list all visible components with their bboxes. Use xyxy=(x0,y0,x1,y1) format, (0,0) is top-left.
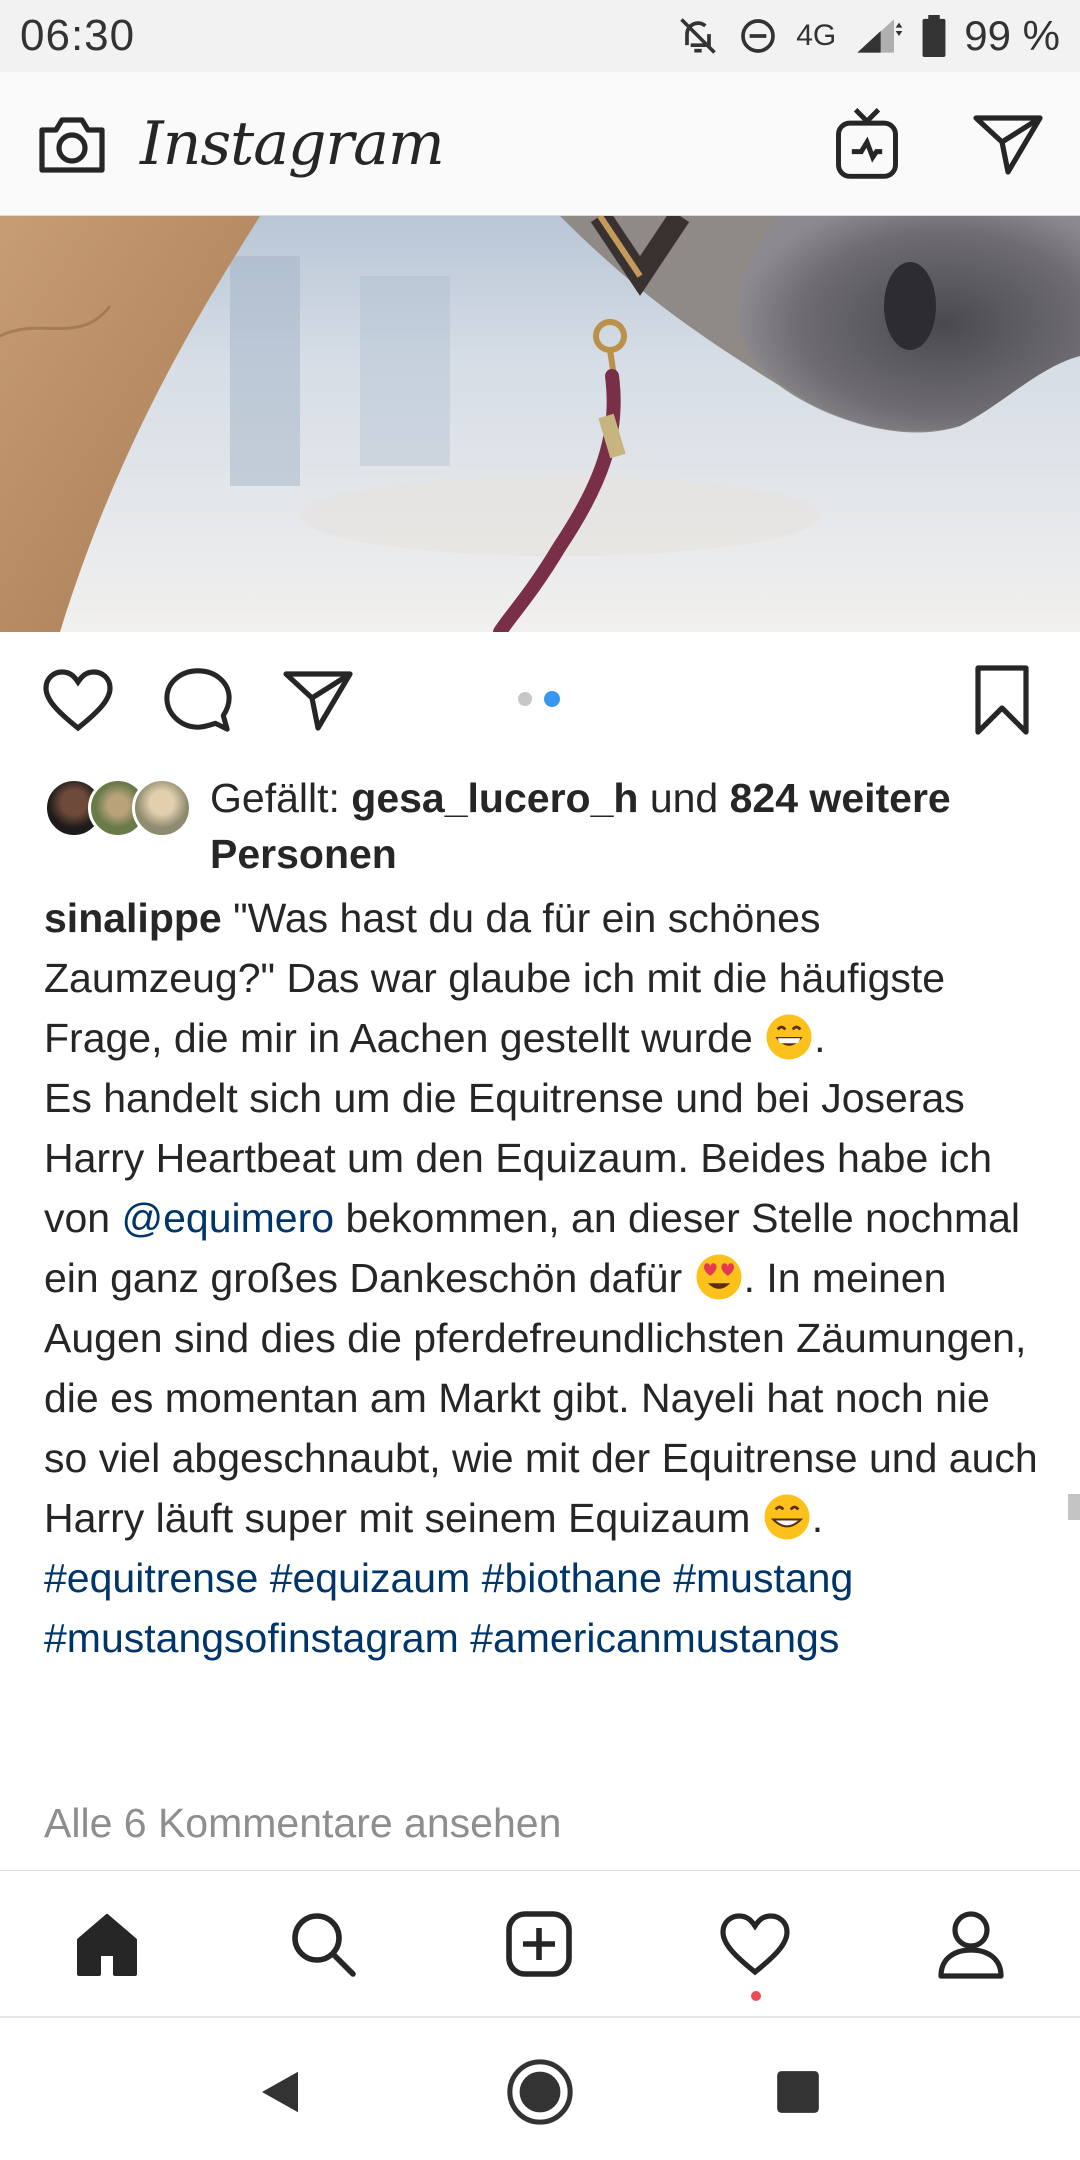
carousel-indicator xyxy=(518,691,560,707)
back-button[interactable] xyxy=(242,2054,318,2130)
home-icon xyxy=(77,1914,137,1976)
heart-icon xyxy=(43,669,113,732)
notification-dot xyxy=(751,1991,761,2001)
direct-message-icon[interactable] xyxy=(972,111,1044,177)
do-not-disturb-icon xyxy=(741,19,776,53)
grinning-face-icon xyxy=(766,1014,812,1060)
comment-button[interactable] xyxy=(160,662,236,738)
horse-photo xyxy=(0,216,1080,632)
like-button[interactable] xyxy=(40,662,116,738)
hashtag-link[interactable]: #biothane xyxy=(482,1555,662,1601)
nav-activity[interactable] xyxy=(712,1901,798,1987)
likes-prefix: Gefällt: xyxy=(210,775,352,821)
nav-new-post[interactable] xyxy=(496,1901,582,1987)
status-bar: 06:30 4G 99 % xyxy=(0,0,1080,72)
igtv-icon[interactable] xyxy=(832,106,902,182)
hashtags: #equitrense #equizaum #biothane #mustang… xyxy=(44,1548,1044,1668)
post-caption: sinalippe "Was hast du da für ein schöne… xyxy=(44,888,1044,1668)
carousel-dot-active xyxy=(544,691,560,707)
home-circle-icon xyxy=(507,2059,573,2125)
view-all-comments-link[interactable]: Alle 6 Kommentare ansehen xyxy=(44,1800,561,1847)
nav-search[interactable] xyxy=(280,1901,366,1987)
post-action-bar xyxy=(0,650,1080,750)
save-button[interactable] xyxy=(964,662,1040,738)
back-icon xyxy=(262,2071,298,2113)
liker-avatars[interactable] xyxy=(44,778,194,840)
camera-icon[interactable] xyxy=(36,112,108,176)
recents-button[interactable] xyxy=(760,2054,836,2130)
search-icon xyxy=(292,1913,356,1977)
system-navigation-bar xyxy=(0,2016,1080,2160)
likes-text[interactable]: Gefällt: gesa_lucero_h und 824 weitere P… xyxy=(210,770,1070,882)
send-icon xyxy=(283,671,353,731)
status-icons: 4G 99 % xyxy=(676,12,1060,60)
app-header: Instagram xyxy=(0,72,1080,216)
instagram-logo: Instagram xyxy=(140,108,445,179)
heart-eyes-icon xyxy=(696,1254,742,1300)
home-system-button[interactable] xyxy=(502,2054,578,2130)
hashtag-link[interactable]: #mustang xyxy=(673,1555,853,1601)
hashtag-link[interactable]: #equizaum xyxy=(270,1555,471,1601)
caption-username[interactable]: sinalippe xyxy=(44,895,222,941)
nav-profile[interactable] xyxy=(928,1901,1014,1987)
hashtag-link[interactable]: #equitrense xyxy=(44,1555,258,1601)
notifications-off-icon xyxy=(680,18,717,54)
carousel-dot xyxy=(518,692,532,706)
profile-icon xyxy=(938,1911,1004,1979)
battery-level: 99 % xyxy=(964,12,1060,59)
mention-link[interactable]: @equimero xyxy=(122,1195,335,1241)
scrollbar[interactable] xyxy=(1068,1494,1080,1520)
network-type: 4G xyxy=(796,19,837,52)
battery-icon xyxy=(922,15,946,57)
bottom-navigation xyxy=(0,1870,1080,2016)
liker-username[interactable]: gesa_lucero_h xyxy=(351,775,638,821)
bookmark-icon xyxy=(975,665,1029,735)
post-image[interactable] xyxy=(0,216,1080,632)
comment-icon xyxy=(164,668,232,732)
activity-icon xyxy=(720,1913,790,1976)
status-time: 06:30 xyxy=(20,11,136,60)
avatar[interactable] xyxy=(132,778,192,838)
signal-icon xyxy=(857,19,903,53)
recents-icon xyxy=(777,2071,819,2113)
likes-connector: und xyxy=(638,775,730,821)
hashtag-link[interactable]: #mustangsofinstagram xyxy=(44,1615,459,1661)
beaming-face-icon xyxy=(764,1494,810,1540)
caption-text: . xyxy=(811,1495,824,1541)
hashtag-link[interactable]: #americanmustangs xyxy=(470,1615,839,1661)
caption-text: . xyxy=(814,1015,826,1061)
nav-home[interactable] xyxy=(64,1901,150,1987)
share-button[interactable] xyxy=(280,662,356,738)
new-post-icon xyxy=(506,1911,572,1977)
